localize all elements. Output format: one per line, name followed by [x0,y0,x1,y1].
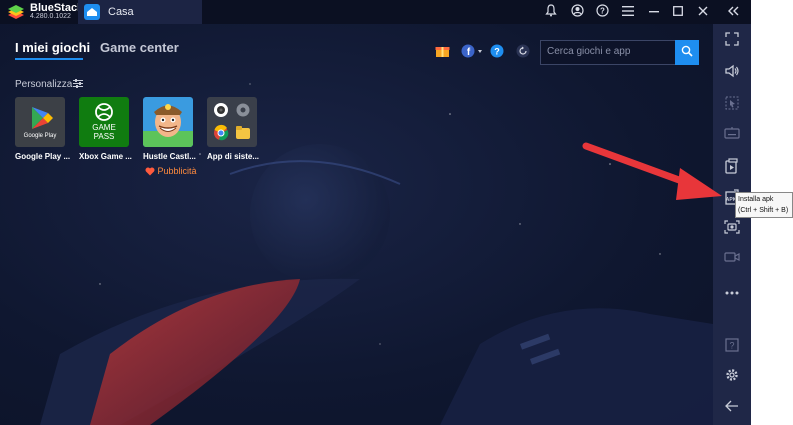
refresh-icon[interactable] [516,44,530,61]
game-label: Google Play ... [15,152,71,161]
pointer-icon[interactable] [722,96,742,114]
game-hustle-castle[interactable]: Hustle Castl... [143,97,196,161]
fullscreen-icon[interactable] [722,32,742,50]
tooltip-shortcut: (Ctrl + Shift + B) [738,207,789,214]
ad-label: Pubblicità [157,166,197,176]
maximize-icon[interactable] [670,4,686,20]
collapse-sidebar-icon[interactable] [725,4,741,20]
account-icon[interactable] [569,4,585,20]
help-icon[interactable]: ? [594,4,610,20]
home-icon [84,4,100,20]
game-google-play[interactable]: Google Play Google Play ... [15,97,71,161]
volume-icon[interactable] [722,64,742,82]
bell-icon[interactable] [543,4,559,20]
hustle-castle-tile [143,97,193,147]
svg-text:?: ? [494,47,500,57]
tooltip-title: Installa apk [738,196,774,203]
version-label: 4.280.0.1022 [30,13,71,20]
close-icon[interactable] [695,4,711,20]
annotation-arrow [582,142,722,200]
xbox-game-pass-tile: GAME PASS [79,97,129,147]
bluestacks-window: BlueStacks 4.280.0.1022 Casa ? I miei gi… [0,0,751,425]
more-options-icon[interactable] [722,282,742,300]
screenshot-icon[interactable] [722,220,742,238]
right-sidebar: APK ? [713,24,751,425]
search-button[interactable] [675,40,699,65]
gift-icon[interactable] [435,44,450,61]
heart-icon [145,167,155,176]
bluestacks-logo [8,5,24,19]
svg-text:?: ? [600,7,605,16]
video-record-icon[interactable] [722,250,742,268]
game-xbox-game-pass[interactable]: GAME PASS Xbox Game ... [79,97,132,161]
system-apps-tile [207,97,257,147]
xbox-tile-text-2: PASS [93,132,115,141]
back-icon[interactable] [722,399,742,417]
google-play-icon [32,107,53,129]
game-label: App di siste... [207,152,260,161]
game-label: Xbox Game ... [79,152,132,161]
minimize-icon[interactable] [646,4,662,20]
facebook-icon[interactable]: f [461,44,483,61]
game-system-apps[interactable]: App di siste... [207,97,259,161]
google-play-tile-label: Google Play [23,133,57,139]
sidebar-help-icon[interactable]: ? [722,338,742,356]
google-play-tile: Google Play [15,97,65,147]
section-title: Personalizza [15,79,73,90]
xbox-tile-text: GAME PASS [79,123,129,141]
search-input[interactable] [547,46,677,57]
tab-game-center[interactable]: Game center [100,40,179,55]
menu-icon[interactable] [620,4,636,20]
game-label: Hustle Castl... [143,152,196,161]
tab-my-games[interactable]: I miei giochi [15,40,90,55]
support-icon[interactable]: ? [490,44,504,61]
customize-icon[interactable] [73,79,83,90]
background-artwork [40,83,713,425]
search-icon [681,45,693,57]
install-apk-tooltip: Installa apk (Ctrl + Shift + B) [735,192,793,218]
settings-icon[interactable] [722,368,742,386]
system-apps-icons [214,103,250,141]
xbox-tile-text-1: GAME [92,123,116,132]
svg-text:?: ? [729,341,734,351]
tab-home[interactable]: Casa [78,0,202,24]
title-bar: BlueStacks 4.280.0.1022 Casa ? [0,0,751,24]
hustle-castle-character [143,104,193,147]
ad-badge: Pubblicità [145,166,197,176]
tab-home-label: Casa [108,6,134,18]
home-background [0,24,713,425]
active-tab-indicator [15,58,83,60]
